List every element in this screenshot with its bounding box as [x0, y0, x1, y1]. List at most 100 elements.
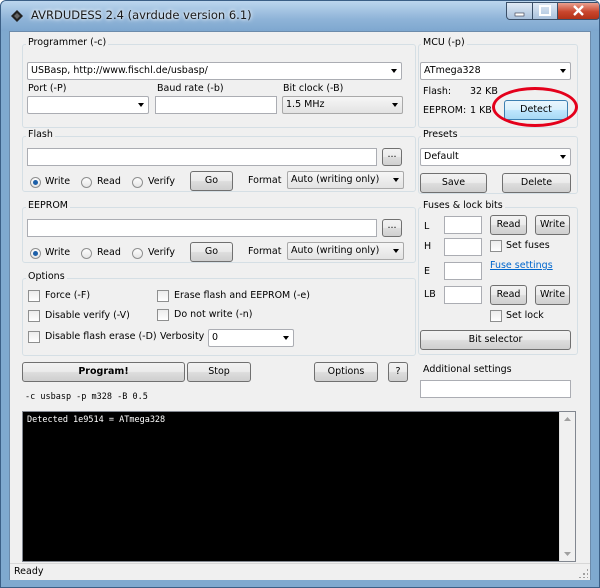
- eeprom-verify-label: Verify: [148, 247, 175, 258]
- disable-flash-erase-label: Disable flash erase (-D): [45, 331, 157, 342]
- mcu-legend: MCU (-p): [421, 37, 467, 48]
- flash-file-input[interactable]: [27, 148, 377, 166]
- bitclock-select[interactable]: 1.5 MHz: [282, 96, 403, 114]
- verbosity-value: 0: [212, 332, 219, 343]
- bit-selector-button[interactable]: Bit selector: [420, 330, 571, 350]
- lock-read-button[interactable]: Read: [490, 285, 527, 305]
- eeprom-browse-button[interactable]: ...: [382, 219, 402, 237]
- app-window: AVRDUDESS 2.4 (avrdude version 6.1) Prog…: [0, 0, 600, 588]
- chevron-down-icon: [393, 249, 399, 253]
- window-title: AVRDUDESS 2.4 (avrdude version 6.1): [31, 8, 252, 22]
- close-icon: [573, 5, 584, 16]
- status-text: Ready: [14, 566, 44, 577]
- chevron-down-icon: [393, 178, 399, 182]
- flash-verify-label: Verify: [148, 176, 175, 187]
- eeprom-format-select[interactable]: Auto (writing only): [287, 242, 404, 260]
- flash-write-radio[interactable]: [30, 177, 41, 188]
- flash-read-radio[interactable]: [81, 177, 92, 188]
- console-scrollbar[interactable]: [559, 412, 575, 561]
- output-console[interactable]: Detected 1e9514 = ATmega328: [22, 411, 576, 562]
- chevron-down-icon: [560, 155, 566, 159]
- chevron-down-icon: [138, 103, 144, 107]
- fuse-h-label: H: [424, 241, 432, 252]
- disable-flash-erase-checkbox[interactable]: [28, 331, 40, 343]
- eeprom-legend: EEPROM: [26, 200, 71, 211]
- bitclock-select-value: 1.5 MHz: [286, 99, 325, 110]
- port-label: Port (-P): [28, 83, 67, 94]
- flash-verify-radio[interactable]: [132, 177, 143, 188]
- verbosity-label: Verbosity: [160, 331, 205, 342]
- mcu-select[interactable]: ATmega328: [420, 62, 571, 80]
- fuse-lb-label: LB: [424, 289, 436, 300]
- flash-legend: Flash: [26, 129, 55, 140]
- set-lock-checkbox[interactable]: [490, 310, 502, 322]
- fuse-lb-input[interactable]: [444, 286, 482, 304]
- fuse-e-input[interactable]: [444, 262, 482, 280]
- presets-legend: Presets: [421, 129, 460, 140]
- lock-write-button[interactable]: Write: [535, 285, 570, 305]
- no-write-label: Do not write (-n): [174, 309, 253, 320]
- eeprom-read-radio[interactable]: [81, 248, 92, 259]
- verbosity-select[interactable]: 0: [208, 329, 294, 347]
- stop-button[interactable]: Stop: [187, 362, 251, 382]
- force-checkbox[interactable]: [28, 290, 40, 302]
- title-bar[interactable]: AVRDUDESS 2.4 (avrdude version 6.1): [1, 1, 599, 31]
- programmer-select[interactable]: USBasp, http://www.fischl.de/usbasp/: [27, 62, 402, 80]
- disable-verify-checkbox[interactable]: [28, 310, 40, 322]
- help-button[interactable]: ?: [388, 362, 408, 382]
- presets-select[interactable]: Default: [420, 148, 571, 166]
- flash-format-select[interactable]: Auto (writing only): [287, 171, 404, 189]
- fuse-e-label: E: [424, 266, 431, 277]
- detect-button[interactable]: Detect: [504, 100, 568, 120]
- eeprom-format-value: Auto (writing only): [291, 245, 380, 256]
- preset-save-button[interactable]: Save: [420, 173, 487, 193]
- eeprom-write-label: Write: [45, 247, 71, 258]
- fuse-l-input[interactable]: [444, 216, 482, 234]
- resize-grip-icon[interactable]: [578, 568, 588, 578]
- options-legend: Options: [26, 271, 67, 282]
- eeprom-go-button[interactable]: Go: [190, 242, 233, 262]
- set-fuses-label: Set fuses: [506, 240, 550, 251]
- preset-delete-button[interactable]: Delete: [502, 173, 571, 193]
- maximize-icon: [539, 5, 551, 16]
- erase-checkbox[interactable]: [157, 290, 169, 302]
- set-fuses-checkbox[interactable]: [490, 240, 502, 252]
- scroll-arrows-icon: [564, 417, 571, 556]
- flash-go-button[interactable]: Go: [190, 171, 233, 191]
- baud-label: Baud rate (-b): [157, 83, 224, 94]
- flash-read-label: Read: [97, 176, 121, 187]
- fuse-settings-link[interactable]: Fuse settings: [490, 260, 553, 271]
- force-label: Force (-F): [45, 290, 91, 301]
- status-bar: Ready: [10, 563, 590, 580]
- programmer-select-value: USBasp, http://www.fischl.de/usbasp/: [31, 65, 208, 76]
- maximize-button[interactable]: [532, 2, 558, 20]
- fuse-read-button[interactable]: Read: [490, 215, 527, 235]
- chevron-down-icon: [283, 336, 289, 340]
- programmer-legend: Programmer (-c): [26, 37, 109, 48]
- options-button[interactable]: Options: [314, 362, 378, 382]
- fuse-write-button[interactable]: Write: [535, 215, 570, 235]
- no-write-checkbox[interactable]: [157, 309, 169, 321]
- port-select[interactable]: [27, 96, 149, 114]
- flash-write-label: Write: [45, 176, 71, 187]
- eeprom-size-value: 1 KB: [470, 105, 492, 116]
- presets-select-value: Default: [424, 151, 459, 162]
- app-icon: [11, 10, 23, 22]
- program-button[interactable]: Program!: [22, 362, 185, 382]
- minimize-button[interactable]: [506, 2, 533, 20]
- bitclock-label: Bit clock (-B): [283, 83, 344, 94]
- set-lock-label: Set lock: [506, 310, 544, 321]
- flash-browse-button[interactable]: ...: [382, 148, 402, 166]
- chevron-down-icon: [560, 69, 566, 73]
- flash-size-label: Flash:: [423, 86, 452, 97]
- additional-settings-label: Additional settings: [423, 364, 512, 375]
- eeprom-verify-radio[interactable]: [132, 248, 143, 259]
- mcu-select-value: ATmega328: [424, 65, 481, 76]
- baud-input[interactable]: [155, 96, 277, 114]
- minimize-icon: [514, 12, 525, 17]
- additional-settings-input[interactable]: [420, 380, 571, 398]
- fuse-h-input[interactable]: [444, 238, 482, 256]
- eeprom-write-radio[interactable]: [30, 248, 41, 259]
- eeprom-file-input[interactable]: [27, 219, 377, 237]
- close-button[interactable]: [557, 2, 599, 20]
